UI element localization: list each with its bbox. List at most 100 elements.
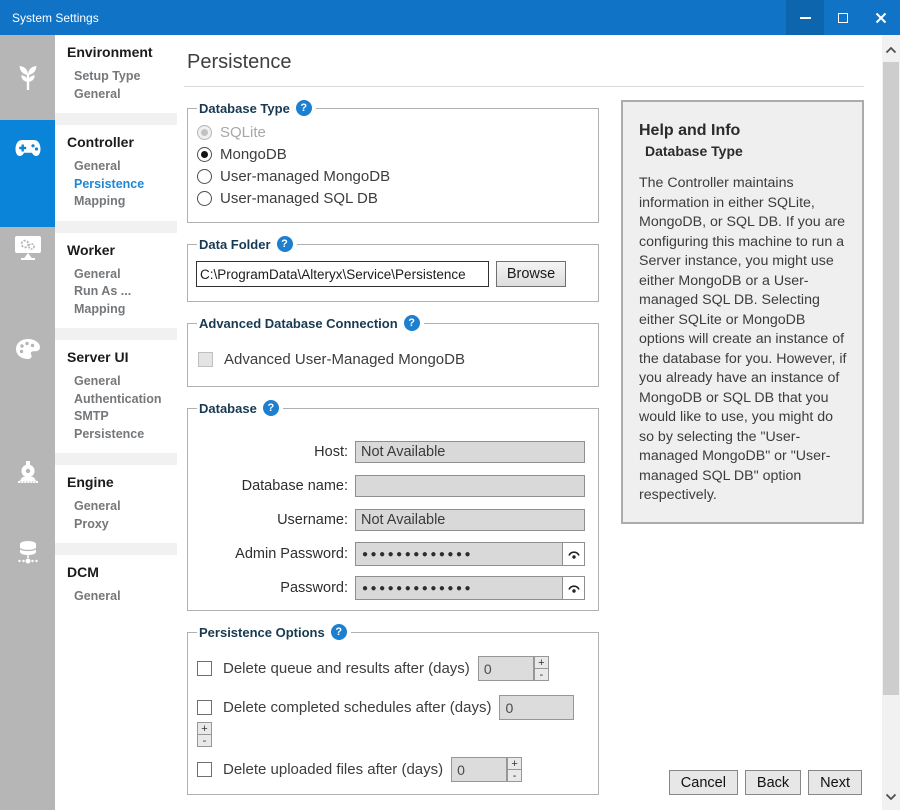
scrollbar-thumb[interactable] bbox=[883, 62, 899, 695]
palette-icon bbox=[15, 338, 41, 360]
radio-user-managed-mongodb-label[interactable]: User-managed MongoDB bbox=[220, 168, 390, 185]
minimize-button[interactable] bbox=[786, 0, 824, 35]
system-settings-window: System Settings bbox=[0, 0, 900, 810]
advanced-connection-group: Advanced Database Connection ? Advanced … bbox=[187, 315, 599, 387]
spin-down-button[interactable]: - bbox=[507, 770, 522, 782]
maximize-button[interactable] bbox=[824, 0, 862, 35]
nav-group-dcm: DCM General bbox=[55, 555, 177, 616]
sidebar-icon-server-ui[interactable] bbox=[0, 338, 55, 360]
delete-uploaded-files-checkbox[interactable] bbox=[197, 762, 212, 777]
nav-item-server-ui-persistence[interactable]: Persistence bbox=[74, 426, 177, 444]
help-panel-title: Help and Info bbox=[639, 122, 850, 140]
nav-item-dcm-general[interactable]: General bbox=[74, 588, 177, 606]
spin-down-button[interactable]: - bbox=[534, 669, 549, 681]
sidebar-icon-worker[interactable] bbox=[0, 235, 55, 261]
data-folder-input[interactable] bbox=[196, 261, 489, 287]
spin-down-button[interactable]: - bbox=[197, 735, 212, 747]
reveal-admin-password-button[interactable] bbox=[562, 542, 585, 566]
radio-user-managed-sql-db[interactable] bbox=[197, 191, 212, 206]
titlebar: System Settings bbox=[0, 0, 900, 35]
delete-queue-label[interactable]: Delete queue and results after (days) bbox=[223, 660, 470, 677]
nav-group-controller: Controller General Persistence Mapping bbox=[55, 125, 177, 221]
nav-item-worker-mapping[interactable]: Mapping bbox=[74, 301, 177, 319]
main-content: Persistence Database Type ? SQLite bbox=[177, 35, 882, 810]
database-network-icon bbox=[16, 540, 40, 567]
radio-user-managed-sql-db-label[interactable]: User-managed SQL DB bbox=[220, 190, 378, 207]
nav-item-controller-mapping[interactable]: Mapping bbox=[74, 193, 177, 211]
train-icon bbox=[15, 460, 41, 484]
database-type-legend: Database Type bbox=[199, 101, 290, 116]
close-icon bbox=[875, 12, 887, 24]
delete-uploaded-files-label[interactable]: Delete uploaded files after (days) bbox=[223, 761, 443, 778]
scroll-down-button[interactable] bbox=[882, 788, 900, 806]
delete-queue-days-input bbox=[478, 656, 534, 681]
help-icon[interactable]: ? bbox=[277, 236, 293, 252]
database-name-field bbox=[355, 475, 585, 497]
nav-group-worker: Worker General Run As ... Mapping bbox=[55, 233, 177, 329]
delete-queue-checkbox[interactable] bbox=[197, 661, 212, 676]
nav-item-engine-proxy[interactable]: Proxy bbox=[74, 516, 177, 534]
nav-item-engine-general[interactable]: General bbox=[74, 498, 177, 516]
nav-item-controller-persistence[interactable]: Persistence bbox=[74, 176, 177, 194]
reveal-password-button[interactable] bbox=[562, 576, 585, 600]
next-button[interactable]: Next bbox=[808, 770, 862, 795]
nav-item-controller-general[interactable]: General bbox=[74, 158, 177, 176]
help-icon[interactable]: ? bbox=[331, 624, 347, 640]
nav-item-setup-type[interactable]: Setup Type bbox=[74, 68, 177, 86]
help-icon[interactable]: ? bbox=[263, 400, 279, 416]
radio-sqlite bbox=[197, 125, 212, 140]
advanced-mongodb-checkbox bbox=[198, 352, 213, 367]
nav-item-server-ui-general[interactable]: General bbox=[74, 373, 177, 391]
chevron-up-icon bbox=[885, 46, 897, 54]
database-legend: Database bbox=[199, 401, 257, 416]
nav-item-worker-general[interactable]: General bbox=[74, 266, 177, 284]
delete-schedules-checkbox[interactable] bbox=[197, 700, 212, 715]
back-button[interactable]: Back bbox=[745, 770, 801, 795]
nav-item-server-ui-smtp[interactable]: SMTP bbox=[74, 408, 177, 426]
nav-item-environment-general[interactable]: General bbox=[74, 86, 177, 104]
monitor-gear-icon bbox=[14, 235, 42, 261]
reveal-password-icon bbox=[567, 582, 581, 594]
icon-rail bbox=[0, 35, 55, 810]
nav-header-dcm: DCM bbox=[67, 564, 177, 580]
nav-divider bbox=[55, 328, 177, 340]
cancel-button[interactable]: Cancel bbox=[669, 770, 738, 795]
close-button[interactable] bbox=[862, 0, 900, 35]
vertical-scrollbar[interactable] bbox=[882, 35, 900, 810]
sidebar-icon-controller[interactable] bbox=[0, 138, 55, 158]
data-folder-legend: Data Folder bbox=[199, 237, 271, 252]
radio-sqlite-label: SQLite bbox=[220, 124, 266, 141]
help-panel-subtitle: Database Type bbox=[645, 143, 850, 159]
help-panel: Help and Info Database Type The Controll… bbox=[621, 100, 864, 524]
radio-user-managed-mongodb[interactable] bbox=[197, 169, 212, 184]
admin-password-field[interactable]: ●●●●●●●●●●●●● bbox=[355, 542, 562, 566]
nav-group-environment: Environment Setup Type General bbox=[55, 35, 177, 113]
sidebar-icon-engine[interactable] bbox=[0, 460, 55, 484]
scroll-up-button[interactable] bbox=[882, 41, 900, 59]
host-field bbox=[355, 441, 585, 463]
nav-divider bbox=[55, 543, 177, 555]
help-icon[interactable]: ? bbox=[404, 315, 420, 331]
sidebar-icon-environment[interactable] bbox=[0, 65, 55, 91]
nav-divider bbox=[55, 453, 177, 465]
browse-button[interactable]: Browse bbox=[496, 261, 566, 287]
password-field[interactable]: ●●●●●●●●●●●●● bbox=[355, 576, 562, 600]
nav-item-server-ui-authentication[interactable]: Authentication bbox=[74, 391, 177, 409]
page-title: Persistence bbox=[187, 51, 882, 74]
delete-uploaded-files-days-spinner: + - bbox=[507, 757, 522, 782]
nav-group-server-ui: Server UI General Authentication SMTP Pe… bbox=[55, 340, 177, 453]
maximize-icon bbox=[838, 13, 848, 23]
sidebar-icon-dcm[interactable] bbox=[0, 540, 55, 567]
nav-header-engine: Engine bbox=[67, 474, 177, 490]
minimize-icon bbox=[800, 17, 811, 19]
persistence-options-legend: Persistence Options bbox=[199, 625, 325, 640]
chevron-down-icon bbox=[885, 793, 897, 801]
spin-up-button[interactable]: + bbox=[534, 656, 549, 669]
delete-schedules-label[interactable]: Delete completed schedules after (days) bbox=[223, 699, 491, 716]
spin-up-button[interactable]: + bbox=[507, 757, 522, 770]
help-icon[interactable]: ? bbox=[296, 100, 312, 116]
spin-up-button[interactable]: + bbox=[197, 722, 212, 735]
radio-mongodb[interactable] bbox=[197, 147, 212, 162]
nav-item-worker-run-as[interactable]: Run As ... bbox=[74, 283, 177, 301]
radio-mongodb-label[interactable]: MongoDB bbox=[220, 146, 287, 163]
